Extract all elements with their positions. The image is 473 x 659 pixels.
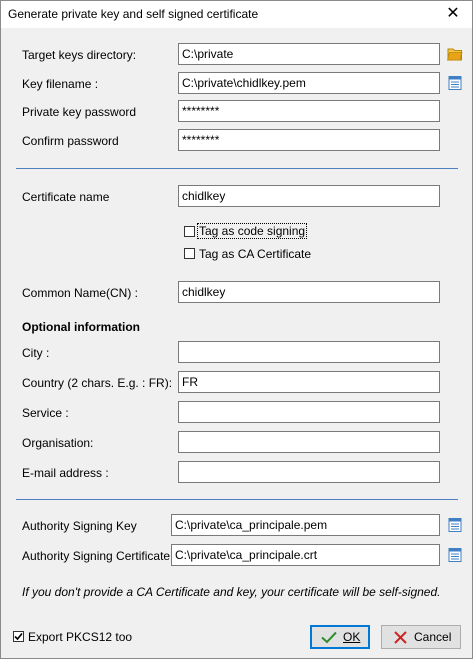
target-dir-label: Target keys directory: <box>22 48 137 62</box>
export-pkcs12-label[interactable]: Export PKCS12 too <box>28 630 132 644</box>
cancel-button[interactable]: Cancel <box>381 625 461 649</box>
country-label: Country (2 chars. E.g. : FR): <box>22 376 173 390</box>
auth-key-input[interactable]: C:\private\ca_principale.pem <box>171 514 440 536</box>
export-pkcs12-checkbox[interactable] <box>13 631 24 642</box>
close-button[interactable]: ✕ <box>440 3 466 25</box>
key-filename-label: Key filename : <box>22 77 99 91</box>
dialog-window: Generate private key and self signed cer… <box>0 0 473 659</box>
ca-cert-label[interactable]: Tag as CA Certificate <box>199 247 311 261</box>
key-filename-input[interactable]: C:\private\chidlkey.pem <box>178 72 440 94</box>
file-list-icon[interactable] <box>447 75 463 91</box>
ok-label: OK <box>343 630 361 644</box>
private-password-input[interactable]: ******** <box>178 100 440 122</box>
auth-cert-input[interactable]: C:\private\ca_principale.crt <box>171 544 440 566</box>
checkmark-icon <box>321 631 337 644</box>
file-list-icon[interactable] <box>447 547 463 563</box>
code-signing-checkbox[interactable] <box>184 226 195 237</box>
private-password-label: Private key password <box>22 105 137 119</box>
window-title: Generate private key and self signed cer… <box>8 7 259 21</box>
service-label: Service : <box>22 406 69 420</box>
self-signed-note: If you don't provide a CA Certificate an… <box>22 585 441 599</box>
confirm-password-input[interactable]: ******** <box>178 129 440 151</box>
cancel-label: Cancel <box>414 630 452 644</box>
city-input[interactable] <box>178 341 440 363</box>
auth-key-label: Authority Signing Key <box>22 519 137 533</box>
organisation-label: Organisation: <box>22 436 94 450</box>
cert-name-label: Certificate name <box>22 190 110 204</box>
common-name-input[interactable]: chidlkey <box>178 281 440 303</box>
city-label: City : <box>22 346 50 360</box>
title-bar: Generate private key and self signed cer… <box>1 1 472 28</box>
email-input[interactable] <box>178 461 440 483</box>
common-name-label: Common Name(CN) : <box>22 286 139 300</box>
ca-cert-checkbox[interactable] <box>184 248 195 259</box>
cross-icon <box>394 631 407 644</box>
separator <box>16 168 458 169</box>
confirm-password-label: Confirm password <box>22 134 119 148</box>
auth-cert-label: Authority Signing Certificate <box>22 549 171 563</box>
file-list-icon[interactable] <box>447 517 463 533</box>
optional-info-heading: Optional information <box>22 320 140 334</box>
service-input[interactable] <box>178 401 440 423</box>
cert-name-input[interactable]: chidlkey <box>178 185 440 207</box>
checkmark-icon <box>14 632 23 641</box>
separator <box>16 499 458 500</box>
ok-button[interactable]: OK <box>310 625 370 649</box>
target-dir-input[interactable]: C:\private <box>178 43 440 65</box>
email-label: E-mail address : <box>22 466 109 480</box>
code-signing-label[interactable]: Tag as code signing <box>196 223 308 239</box>
organisation-input[interactable] <box>178 431 440 453</box>
country-input[interactable]: FR <box>178 371 440 393</box>
folder-open-icon[interactable] <box>447 46 463 62</box>
